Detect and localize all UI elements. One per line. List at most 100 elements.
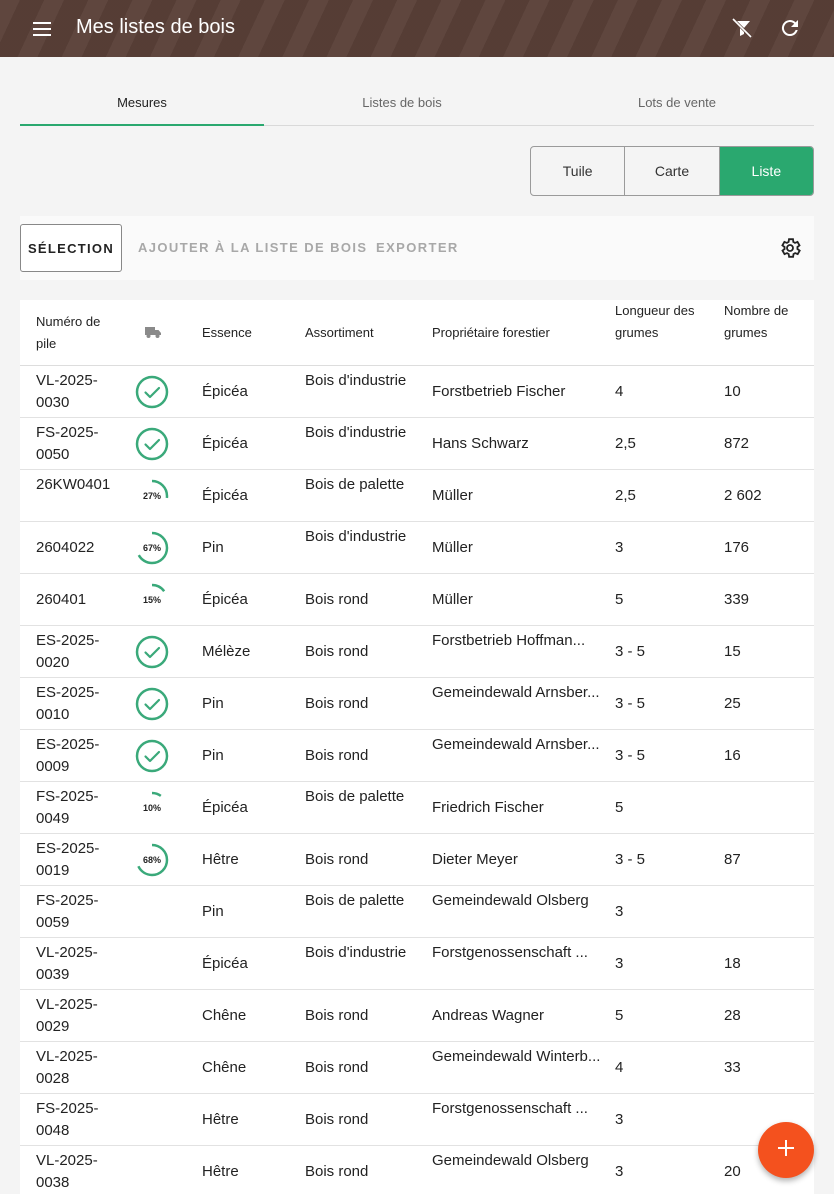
pile-number: VL-2025-0028 xyxy=(36,1048,98,1087)
tab-lots-de-vente[interactable]: Lots de vente xyxy=(540,78,814,126)
table-row[interactable]: 2604022 67% Pin Bois d'industrie Müller 3 176 xyxy=(20,522,814,574)
pile-number: ES-2025-0009 xyxy=(36,736,100,775)
assortment-cell: Bois d'industrie xyxy=(305,528,407,545)
table-row[interactable]: FS-2025-0059 Pin Bois de palette Gemeindewa… xyxy=(20,886,814,938)
assortment-cell: Bois de palette xyxy=(305,892,405,909)
length-cell: 5 xyxy=(615,799,624,816)
add-button[interactable] xyxy=(758,1122,814,1178)
menu-icon[interactable] xyxy=(30,17,56,41)
pile-number: ES-2025-0019 xyxy=(36,840,100,879)
view-toggle: Tuile Carte Liste xyxy=(530,146,814,196)
assortment-cell: Bois rond xyxy=(305,695,369,712)
count-cell: 176 xyxy=(724,539,750,556)
check-circle-icon xyxy=(134,426,174,462)
gear-icon[interactable] xyxy=(778,236,802,260)
table-header: Numéro de pile Essence Assortiment Propr… xyxy=(20,300,814,366)
check-circle-icon xyxy=(134,686,174,722)
species-cell: Pin xyxy=(202,539,224,556)
progress-label: 15% xyxy=(143,595,161,605)
assortment-cell: Bois rond xyxy=(305,1163,369,1180)
pile-number: FS-2025-0050 xyxy=(36,424,99,463)
length-cell: 3 - 5 xyxy=(615,643,646,660)
owner-cell: Friedrich Fischer xyxy=(432,799,544,816)
pile-number: ES-2025-0020 xyxy=(36,632,100,671)
filter-off-icon[interactable] xyxy=(730,16,754,40)
header-number[interactable]: Numéro de pile xyxy=(36,311,106,355)
species-cell: Hêtre xyxy=(202,1111,239,1128)
table-row[interactable]: 26KW0401 27% Épicéa Bois de palette Müller 2,… xyxy=(20,470,814,522)
table-row[interactable]: VL-2025-0039 Épicéa Bois d'industrie Forstg… xyxy=(20,938,814,990)
status-empty xyxy=(134,894,174,930)
status-empty xyxy=(134,1102,174,1138)
assortment-cell: Bois rond xyxy=(305,591,369,608)
length-cell: 2,5 xyxy=(615,435,636,452)
progress-label: 68% xyxy=(143,855,161,865)
export-button[interactable]: EXPORTER xyxy=(376,240,459,255)
table-row[interactable]: 260401 15% Épicéa Bois rond Müller 5 339 xyxy=(20,574,814,626)
owner-cell: Hans Schwarz xyxy=(432,435,529,452)
add-to-list-button[interactable]: AJOUTER À LA LISTE DE BOIS xyxy=(138,240,368,255)
assortment-cell: Bois de palette xyxy=(305,476,405,493)
progress-label: 27% xyxy=(143,491,161,501)
count-cell: 28 xyxy=(724,1007,741,1024)
progress-ring: 10% xyxy=(134,790,174,826)
table-row[interactable]: FS-2025-0048 Hêtre Bois rond Forstgenossens… xyxy=(20,1094,814,1146)
selection-button[interactable]: SÉLECTION xyxy=(20,224,122,272)
refresh-icon[interactable] xyxy=(778,16,802,40)
pile-number: 2604022 xyxy=(36,539,95,556)
pile-number: ES-2025-0010 xyxy=(36,684,100,723)
count-cell: 87 xyxy=(724,851,741,868)
plus-icon xyxy=(775,1137,797,1164)
pile-number: VL-2025-0029 xyxy=(36,996,98,1035)
active-tab-indicator xyxy=(20,124,264,126)
assortment-cell: Bois d'industrie xyxy=(305,372,407,389)
species-cell: Pin xyxy=(202,747,224,764)
length-cell: 3 - 5 xyxy=(615,851,646,868)
table-row[interactable]: VL-2025-0038 Hêtre Bois rond Gemeindewald O… xyxy=(20,1146,814,1194)
count-cell: 339 xyxy=(724,591,750,608)
owner-cell: Müller xyxy=(432,539,473,556)
pile-number: 260401 xyxy=(36,591,87,608)
header-owner[interactable]: Propriétaire forestier xyxy=(432,322,550,344)
view-carte-button[interactable]: Carte xyxy=(625,147,720,195)
owner-cell: Dieter Meyer xyxy=(432,851,518,868)
progress-ring: 15% xyxy=(134,582,174,618)
header-species[interactable]: Essence xyxy=(202,322,252,344)
table-row[interactable]: FS-2025-0050 Épicéa Bois d'industrie Hans S… xyxy=(20,418,814,470)
owner-cell: Forstgenossenschaft ... xyxy=(432,1100,588,1117)
species-cell: Épicéa xyxy=(202,799,248,816)
owner-cell: Andreas Wagner xyxy=(432,1007,545,1024)
count-cell: 16 xyxy=(724,747,741,764)
header-length[interactable]: Longueur des grumes xyxy=(615,300,695,344)
table-row[interactable]: ES-2025-0020 Mélèze Bois rond Forstbetrieb … xyxy=(20,626,814,678)
assortment-cell: Bois de palette xyxy=(305,788,405,805)
species-cell: Épicéa xyxy=(202,487,248,504)
count-cell: 15 xyxy=(724,643,741,660)
count-cell: 10 xyxy=(724,383,741,400)
count-cell: 2 602 xyxy=(724,487,762,504)
species-cell: Épicéa xyxy=(202,435,248,452)
table-row[interactable]: FS-2025-0049 10% Épicéa Bois de palette Frie… xyxy=(20,782,814,834)
check-circle-icon xyxy=(134,738,174,774)
table-row[interactable]: VL-2025-0029 Chêne Bois rond Andreas Wagner… xyxy=(20,990,814,1042)
owner-cell: Gemeindewald Winterb... xyxy=(432,1048,601,1065)
check-circle-icon xyxy=(134,374,174,410)
owner-cell: Gemeindewald Olsberg xyxy=(432,892,589,909)
table-row[interactable]: ES-2025-0009 Pin Bois rond Gemeindewald Arn… xyxy=(20,730,814,782)
header-count[interactable]: Nombre de grumes xyxy=(724,300,796,344)
view-liste-button[interactable]: Liste xyxy=(719,147,813,195)
owner-cell: Forstgenossenschaft ... xyxy=(432,944,588,961)
table-row[interactable]: ES-2025-0019 68% Hêtre Bois rond Dieter Meye… xyxy=(20,834,814,886)
header-assortment[interactable]: Assortiment xyxy=(305,322,374,344)
species-cell: Épicéa xyxy=(202,591,248,608)
pile-number: VL-2025-0038 xyxy=(36,1152,98,1191)
tab-mesures[interactable]: Mesures xyxy=(20,78,264,126)
assortment-cell: Bois d'industrie xyxy=(305,424,407,441)
table-row[interactable]: VL-2025-0030 Épicéa Bois d'industrie Forstb… xyxy=(20,366,814,418)
tab-listes-de-bois[interactable]: Listes de bois xyxy=(274,78,530,126)
view-tuile-button[interactable]: Tuile xyxy=(531,147,626,195)
pile-number: FS-2025-0048 xyxy=(36,1100,99,1139)
table-row[interactable]: VL-2025-0028 Chêne Bois rond Gemeindewald W… xyxy=(20,1042,814,1094)
table-row[interactable]: ES-2025-0010 Pin Bois rond Gemeindewald Arn… xyxy=(20,678,814,730)
status-empty xyxy=(134,1050,174,1086)
